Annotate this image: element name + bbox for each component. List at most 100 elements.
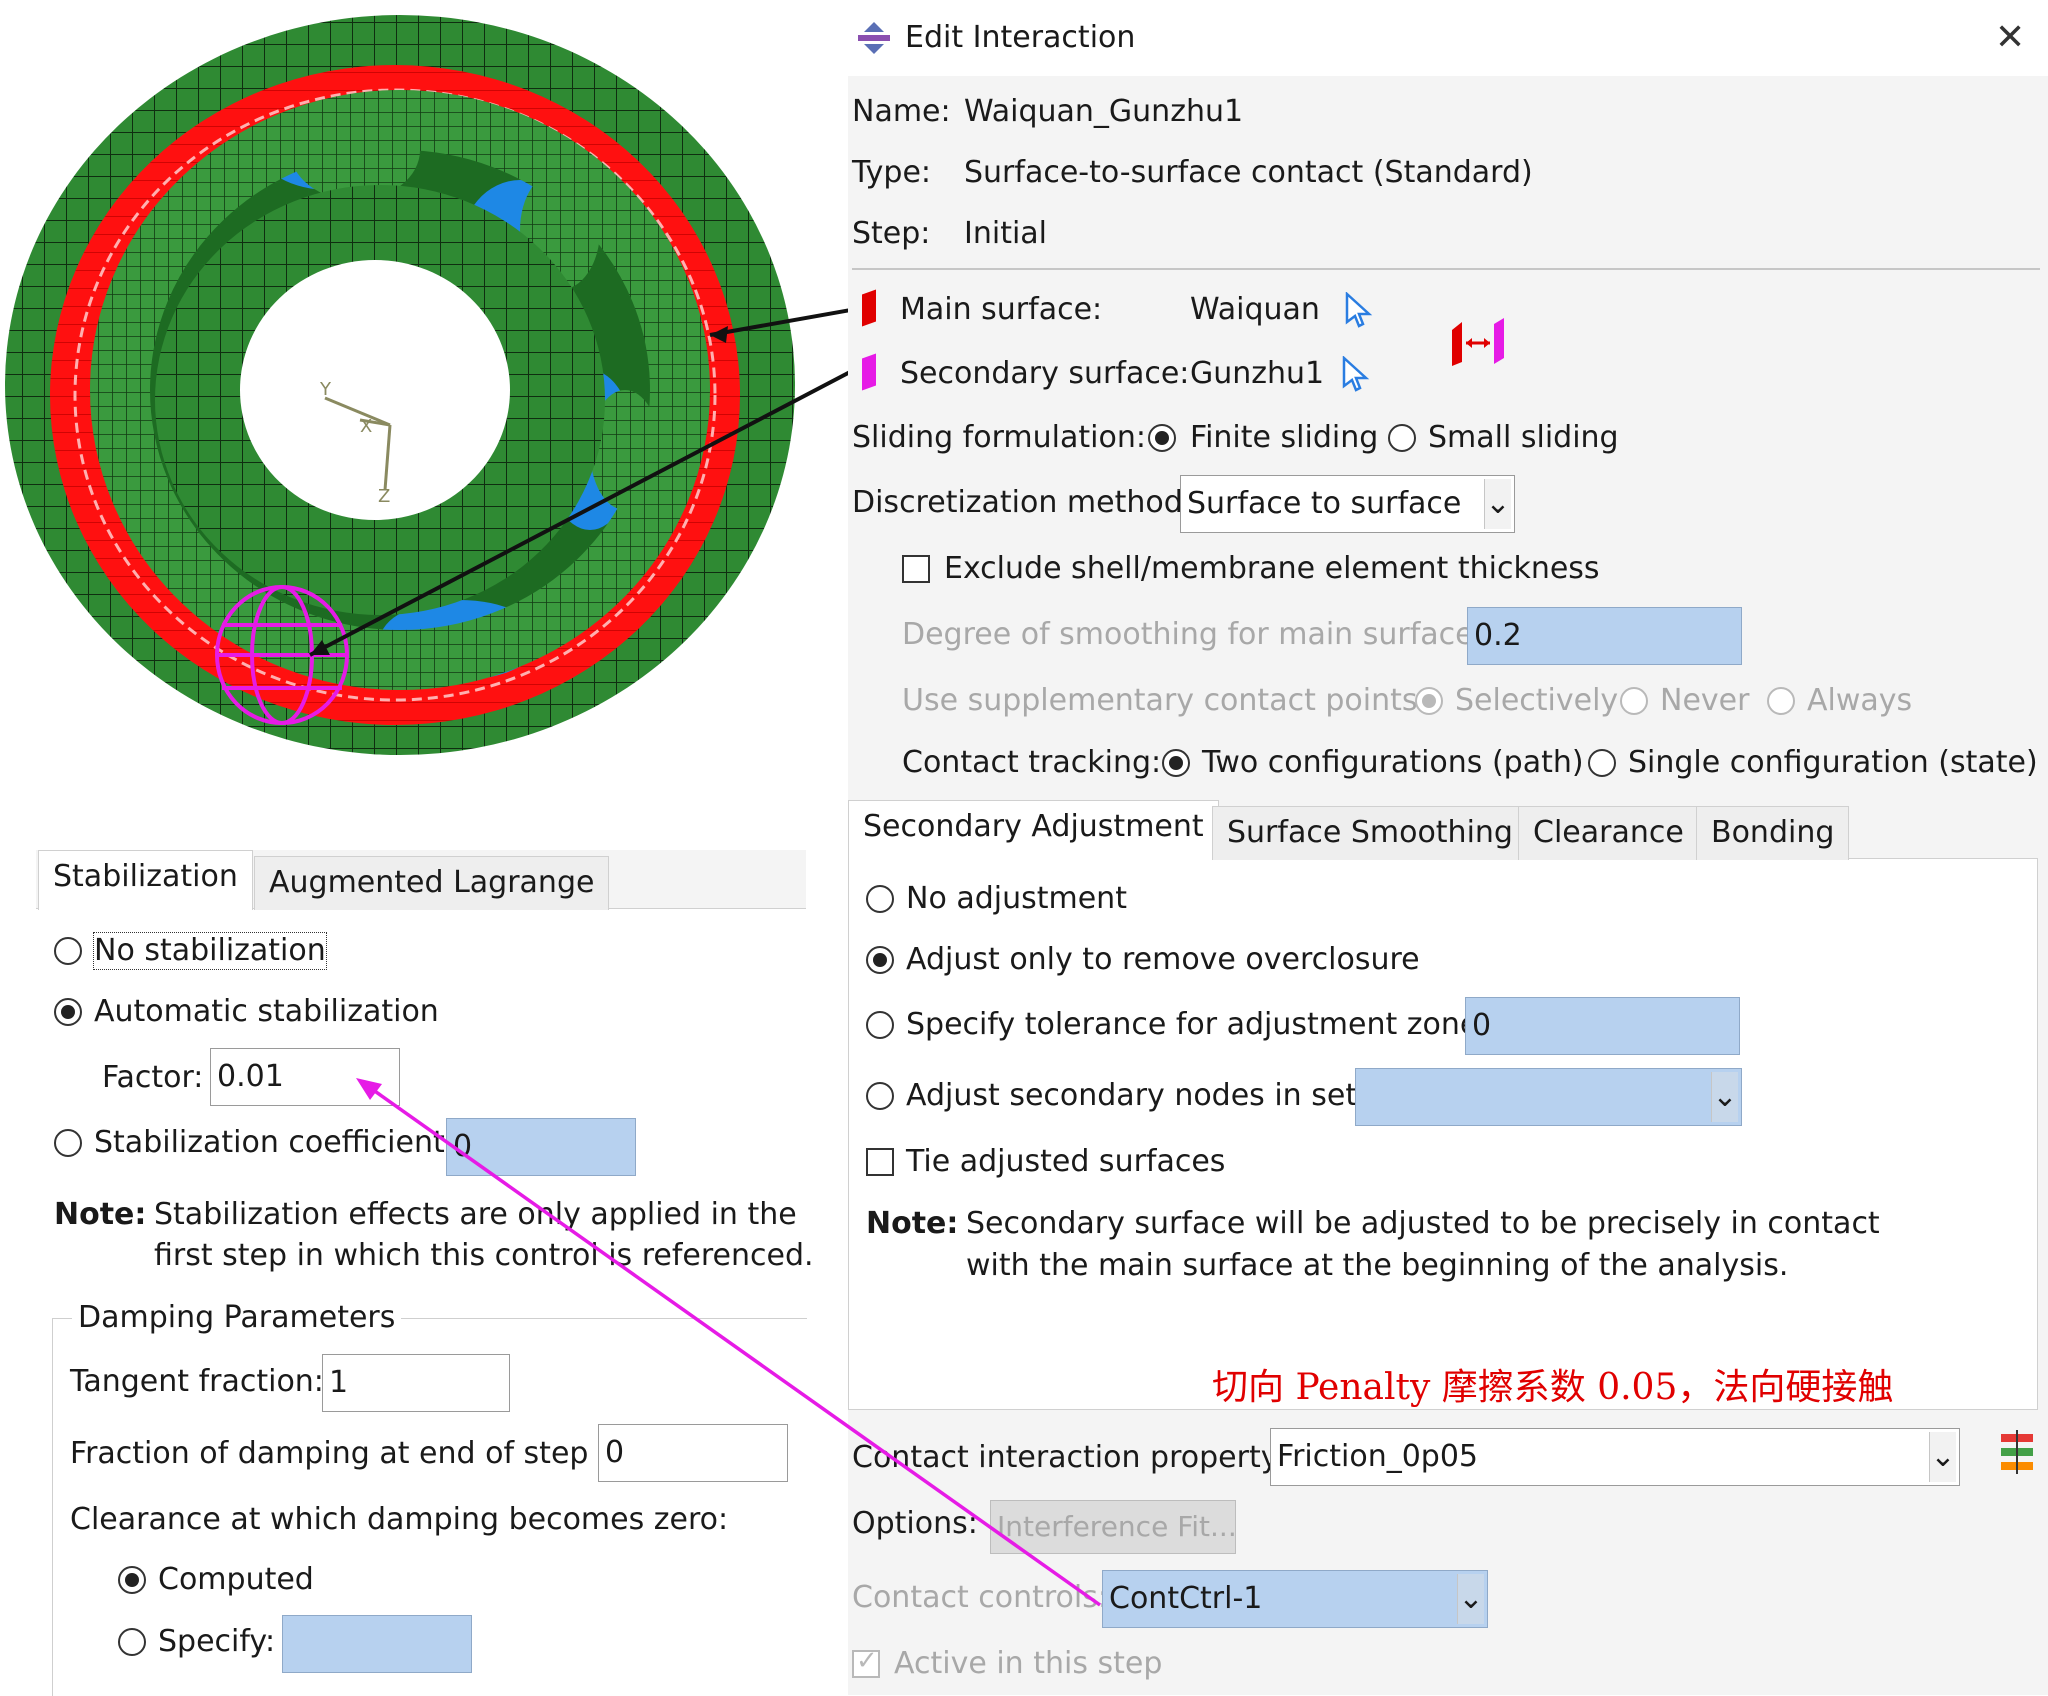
single-config-radio[interactable] [1588, 749, 1616, 777]
property-manager-icon[interactable] [1997, 1430, 2037, 1474]
computed-radio[interactable] [118, 1566, 146, 1594]
swap-surfaces-icon[interactable] [1448, 316, 1508, 368]
type-label: Type: [852, 155, 932, 190]
remove-overclosure-radio[interactable] [866, 946, 894, 974]
no-adjustment-label: No adjustment [906, 881, 1127, 916]
stabilization-coefficient-label: Stabilization coefficient: [94, 1125, 455, 1160]
name-value: Waiquan_Gunzhu1 [964, 94, 1244, 129]
dialog-title: Edit Interaction [905, 20, 1136, 55]
tangent-fraction-label: Tangent fraction: [70, 1364, 324, 1399]
single-config-label: Single configuration (state) [1628, 745, 2038, 780]
controls-label: Contact controls: [852, 1580, 1108, 1615]
tracking-label: Contact tracking: [902, 745, 1162, 780]
close-icon[interactable]: ✕ [1995, 18, 2031, 58]
select-cursor-icon[interactable] [1340, 356, 1370, 392]
stabilization-note-line-2: first step in which this control is refe… [154, 1238, 814, 1273]
step-value: Initial [964, 216, 1048, 251]
always-label: Always [1807, 683, 1913, 718]
no-stabilization-label: No stabilization [93, 932, 327, 970]
small-sliding-radio[interactable] [1388, 424, 1416, 452]
chevron-down-icon[interactable]: ⌄ [1711, 1072, 1738, 1122]
interference-fit-button[interactable]: Interference Fit... [990, 1500, 1236, 1554]
exclude-thickness-label: Exclude shell/membrane element thickness [944, 551, 1600, 586]
computed-label: Computed [158, 1562, 314, 1597]
select-cursor-icon[interactable] [1343, 292, 1373, 328]
tab-secondary-adjustment[interactable]: Secondary Adjustment [848, 800, 1219, 860]
no-stabilization-radio[interactable] [54, 937, 82, 965]
specify-tolerance-label: Specify tolerance for adjustment zone: [906, 1007, 1489, 1042]
stabilization-coefficient-radio[interactable] [54, 1129, 82, 1157]
discretization-label: Discretization method: [852, 485, 1193, 520]
discretization-select[interactable]: Surface to surface ⌄ [1180, 475, 1515, 533]
selectively-radio[interactable] [1415, 687, 1443, 715]
name-label: Name: [852, 94, 951, 129]
stabilization-coefficient-input[interactable]: 0 [446, 1118, 636, 1176]
remove-overclosure-label: Adjust only to remove overclosure [906, 942, 1420, 977]
smoothing-label: Degree of smoothing for main surface: [902, 617, 1484, 652]
adjust-nodes-label: Adjust secondary nodes in set: [906, 1078, 1368, 1113]
bearing-model-view: Y X Z [5, 15, 850, 755]
roller-top [290, 100, 420, 200]
axis-label-z: Z [378, 486, 390, 507]
interaction-icon [858, 22, 890, 54]
controls-select[interactable]: ContCtrl-1 ⌄ [1102, 1570, 1488, 1628]
active-step-label: Active in this step [894, 1646, 1163, 1681]
factor-label: Factor: [102, 1060, 204, 1095]
divider [852, 268, 2040, 270]
tab-clearance[interactable]: Clearance [1518, 806, 1699, 860]
type-value: Surface-to-surface contact (Standard) [964, 155, 1533, 190]
damping-title: Damping Parameters [72, 1300, 402, 1336]
specify-radio[interactable] [118, 1628, 146, 1656]
always-radio[interactable] [1767, 687, 1795, 715]
automatic-stabilization-radio[interactable] [54, 998, 82, 1026]
tab-stabilization[interactable]: Stabilization [38, 850, 253, 910]
options-label: Options: [852, 1506, 978, 1541]
stabilization-note-label: Note: [54, 1197, 147, 1232]
tab-surface-smoothing[interactable]: Surface Smoothing [1212, 806, 1528, 860]
chevron-down-icon[interactable]: ⌄ [1484, 479, 1511, 529]
tie-surfaces-checkbox[interactable] [866, 1148, 894, 1176]
active-step-checkbox[interactable]: ✓ [852, 1646, 880, 1678]
clearance-label: Clearance at which damping becomes zero: [70, 1502, 729, 1537]
note-label: Note: [866, 1206, 959, 1241]
factor-input[interactable]: 0.01 [210, 1048, 400, 1106]
small-sliding-label: Small sliding [1428, 420, 1619, 455]
stabilization-note-line-1: Stabilization effects are only applied i… [154, 1197, 797, 1232]
chevron-down-icon[interactable]: ⌄ [1929, 1432, 1956, 1482]
annotation-text: 切向 Penalty 摩擦系数 0.05，法向硬接触 [1212, 1367, 1894, 1408]
main-surface-icon [862, 289, 876, 327]
note-line-1: Secondary surface will be adjusted to be… [966, 1206, 1880, 1241]
never-label: Never [1660, 683, 1750, 718]
chevron-down-icon[interactable]: ⌄ [1457, 1574, 1484, 1624]
property-value: Friction_0p05 [1277, 1439, 1479, 1474]
never-radio[interactable] [1620, 687, 1648, 715]
smoothing-input[interactable]: 0.2 [1467, 607, 1742, 665]
axis-label-x: X [360, 416, 372, 437]
tie-surfaces-label: Tie adjusted surfaces [906, 1144, 1226, 1179]
property-label: Contact interaction property: [852, 1440, 1287, 1475]
selectively-label: Selectively [1455, 683, 1619, 718]
no-adjustment-radio[interactable] [866, 885, 894, 913]
two-config-label: Two configurations (path) [1202, 745, 1584, 780]
supplementary-label: Use supplementary contact points: [902, 683, 1428, 718]
fraction-damping-input[interactable]: 0 [598, 1424, 788, 1482]
secondary-surface-icon [862, 353, 876, 391]
sliding-label: Sliding formulation: [852, 420, 1146, 455]
specify-tolerance-radio[interactable] [866, 1011, 894, 1039]
tolerance-input[interactable]: 0 [1465, 997, 1740, 1055]
exclude-thickness-checkbox[interactable] [902, 555, 930, 583]
tab-augmented-lagrange[interactable]: Augmented Lagrange [254, 856, 610, 910]
secondary-surface-label: Secondary surface: [900, 356, 1190, 391]
two-config-radio[interactable] [1162, 749, 1190, 777]
node-set-select[interactable]: ⌄ [1355, 1068, 1742, 1126]
fraction-damping-label: Fraction of damping at end of step : [70, 1436, 609, 1471]
tab-bonding[interactable]: Bonding [1696, 806, 1850, 860]
property-select[interactable]: Friction_0p05 ⌄ [1270, 1428, 1960, 1486]
specify-label: Specify: [158, 1624, 276, 1659]
adjust-nodes-radio[interactable] [866, 1082, 894, 1110]
finite-sliding-label: Finite sliding [1190, 420, 1379, 455]
finite-sliding-radio[interactable] [1148, 424, 1176, 452]
specify-input[interactable] [282, 1615, 472, 1673]
automatic-stabilization-label: Automatic stabilization [94, 994, 439, 1029]
tangent-fraction-input[interactable]: 1 [322, 1354, 510, 1412]
